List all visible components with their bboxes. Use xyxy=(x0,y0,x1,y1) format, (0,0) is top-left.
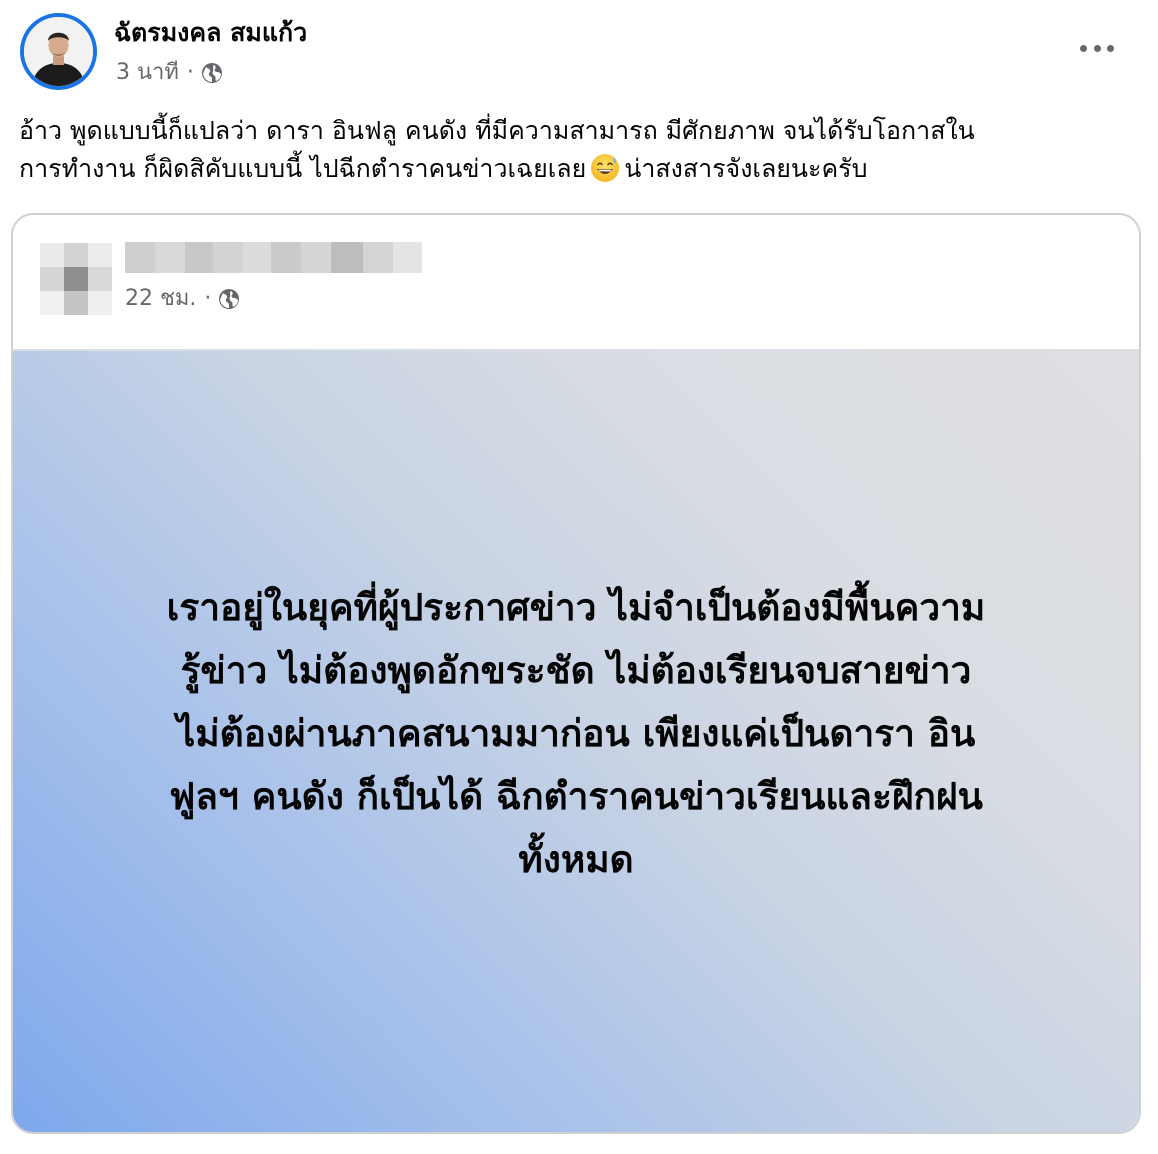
more-dot xyxy=(1080,44,1087,52)
post-timestamp[interactable]: 3 นาที xyxy=(116,58,179,88)
background-post-text: เราอยู่ในยุคที่ผู้ประกาศข่าว ไม่จำเป็นต้… xyxy=(56,576,1096,891)
shared-post-header: 22 ชม. · xyxy=(13,215,1139,351)
grinning-sweat-emoji-icon xyxy=(590,153,620,183)
text-background-post: เราอยู่ในยุคที่ผู้ประกาศข่าว ไม่จำเป็นต้… xyxy=(13,351,1139,1132)
quote-line: เราอยู่ในยุคที่ผู้ประกาศข่าว ไม่จำเป็นต้… xyxy=(166,586,986,629)
globe-icon[interactable] xyxy=(217,287,241,311)
blurred-author-name xyxy=(125,242,422,273)
meta-separator: · xyxy=(186,60,194,85)
blurred-avatar xyxy=(40,243,112,315)
post-text-line: อ้าว พูดแบบนี้ก็แปลว่า ดารา อินฟลู คนดัง… xyxy=(19,116,975,145)
globe-icon[interactable] xyxy=(200,61,224,85)
post-text-segment: น่าสงสารจังเลยนะครับ xyxy=(624,154,868,183)
quote-line: ไม่ต้องผ่านภาคสนามมาก่อน เพียงแค่เป็นดาร… xyxy=(176,712,976,755)
post-body-text: อ้าว พูดแบบนี้ก็แปลว่า ดารา อินฟลู คนดัง… xyxy=(19,112,1134,188)
meta-separator: · xyxy=(204,286,212,311)
post-text-segment: การทำงาน ก็ผิดสิคับแบบนี้ ไปฉีกตำราคนข่า… xyxy=(19,154,587,183)
author-name[interactable]: ฉัตรมงคล สมแก้ว xyxy=(114,16,307,50)
post-text-line-2: การทำงาน ก็ผิดสิคับแบบนี้ ไปฉีกตำราคนข่า… xyxy=(19,150,1134,188)
post-meta: 3 นาที · xyxy=(116,58,224,88)
shared-post-card[interactable]: 22 ชม. · เราอยู่ในยุคที่ผู้ประกาศข่าว ไม… xyxy=(11,213,1141,1134)
more-options-icon[interactable] xyxy=(1080,38,1114,58)
quote-line: ฟูลฯ คนดัง ก็เป็นได้ ฉีกตำราคนข่าวเรียนแ… xyxy=(169,775,983,818)
avatar-photo xyxy=(24,17,93,86)
quote-line: รู้ข่าว ไม่ต้องพูดอักขระชัด ไม่ต้องเรียน… xyxy=(180,649,972,692)
shared-post-meta: 22 ชม. · xyxy=(125,284,241,314)
author-avatar[interactable] xyxy=(20,13,97,90)
shared-post-timestamp[interactable]: 22 ชม. xyxy=(125,284,196,314)
quote-line: ทั้งหมด xyxy=(518,838,634,881)
more-dot xyxy=(1107,44,1114,52)
more-dot xyxy=(1093,44,1101,52)
